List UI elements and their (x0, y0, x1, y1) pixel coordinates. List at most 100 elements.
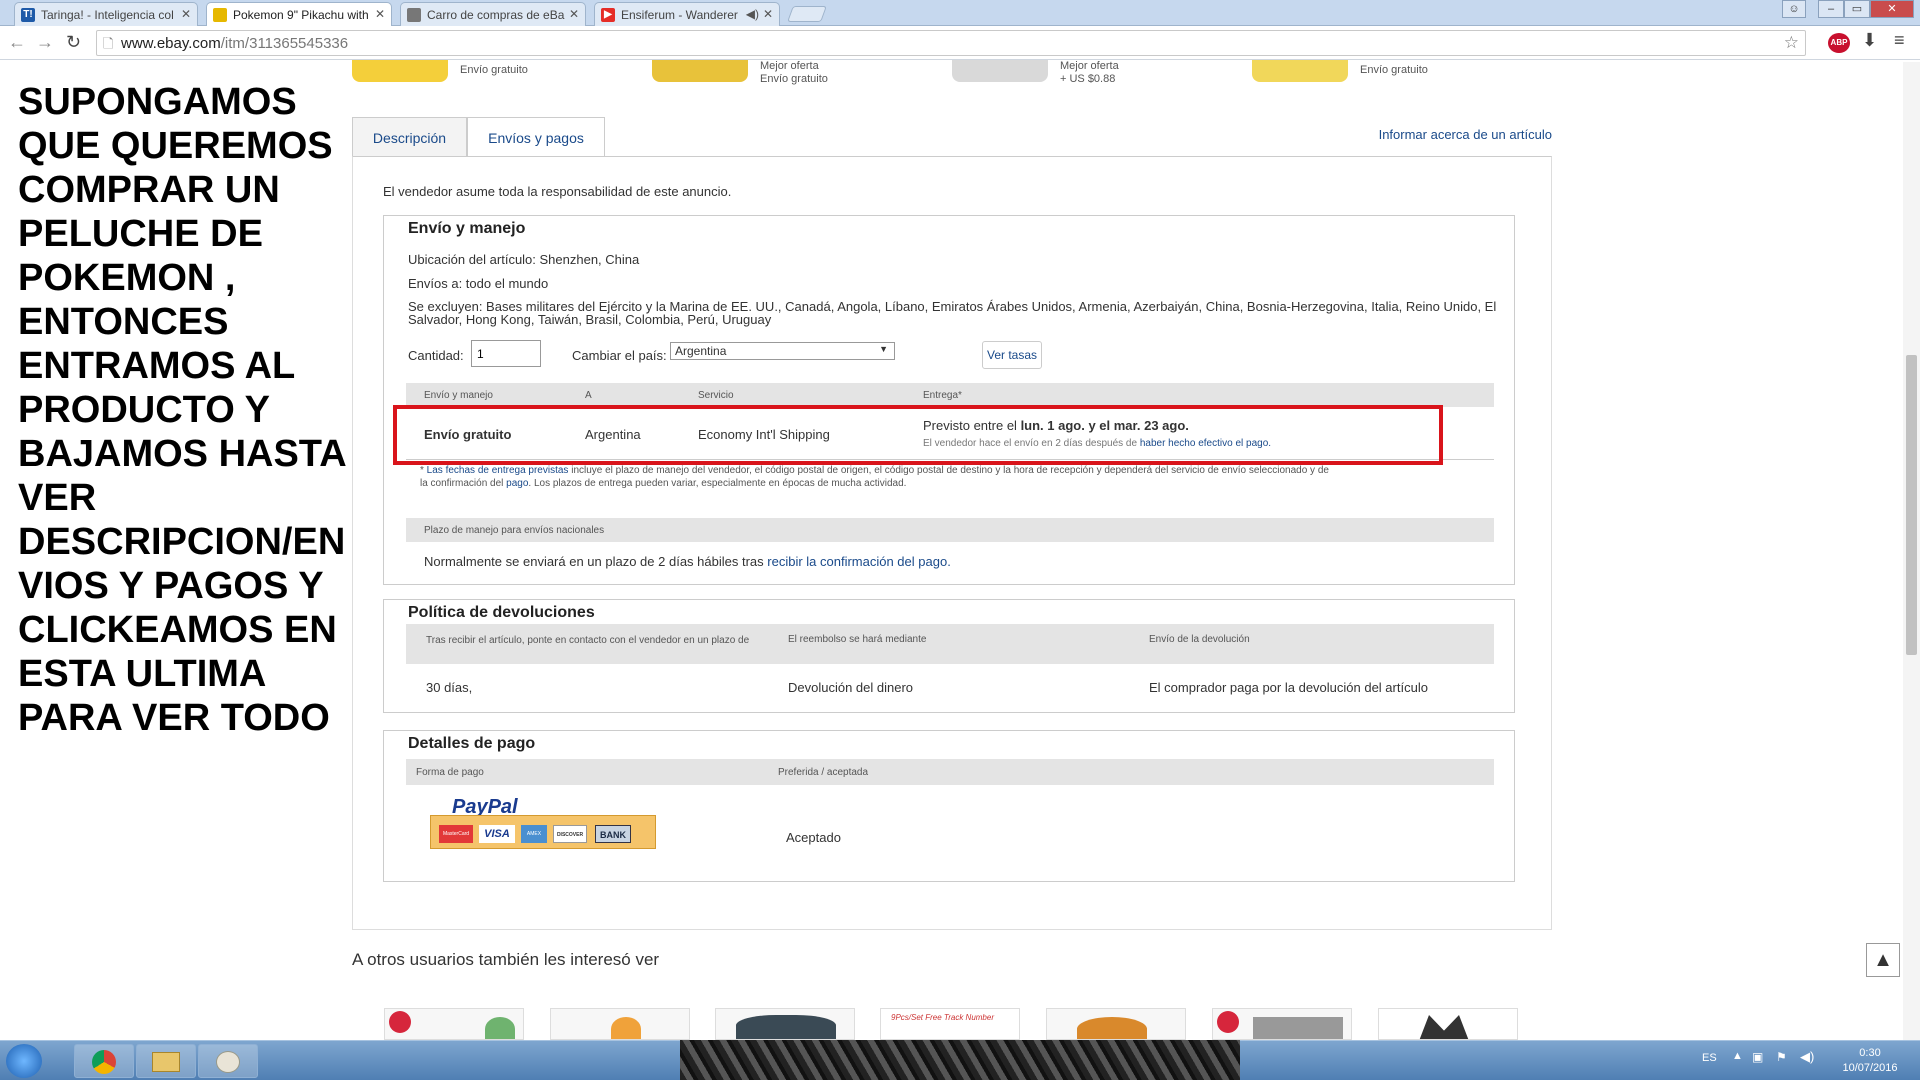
footnote-line2-prefix: la confirmación del (420, 478, 504, 489)
adblock-icon[interactable]: ABP (1828, 33, 1850, 53)
browser-tab-cart[interactable]: Carro de compras de eBa ✕ (400, 2, 586, 26)
quantity-input[interactable] (471, 340, 541, 367)
related-item-shipping: Envío gratuito (760, 73, 828, 85)
overlay-photo-fragment (680, 1040, 1240, 1080)
clock[interactable]: 0:30 10/07/2016 (1840, 1046, 1900, 1076)
explorer-taskbar-icon[interactable] (136, 1044, 196, 1078)
delivery-dates-link[interactable]: Las fechas de entrega previstas (427, 465, 569, 476)
reload-icon[interactable]: ↻ (66, 32, 81, 53)
col-header-return-period: Tras recibir el artículo, ponte en conta… (426, 635, 750, 646)
youtube-favicon-icon: ▶ (601, 8, 615, 22)
handling-header: Plazo de manejo para envíos nacionales (424, 525, 605, 536)
browser-tab-strip: T! Taringa! - Inteligencia col ✕ Pokemon… (0, 0, 1920, 26)
taringa-favicon-icon: T! (21, 8, 35, 22)
network-icon[interactable]: ▣ (1752, 1050, 1763, 1064)
recommendation-card[interactable] (715, 1008, 855, 1040)
country-label: Cambiar el país: (572, 348, 667, 363)
related-item-image[interactable] (352, 60, 448, 82)
seller-disclaimer: El vendedor asume toda la responsabilida… (383, 184, 732, 199)
col-header-refund: El reembolso se hará mediante (788, 634, 927, 645)
bookmark-star-icon[interactable]: ☆ (1784, 33, 1799, 53)
back-icon[interactable]: ← (8, 32, 26, 53)
show-hidden-icons-icon[interactable]: ▲ (1732, 1050, 1743, 1062)
start-button[interactable] (6, 1044, 42, 1078)
highlight-box (393, 405, 1443, 465)
tab-title: Ensiferum - Wanderer (621, 8, 738, 22)
tab-descripcion[interactable]: Descripción (352, 117, 467, 157)
quantity-label: Cantidad: (408, 348, 464, 363)
close-tab-icon[interactable]: ✕ (181, 7, 191, 21)
close-tab-icon[interactable]: ✕ (569, 7, 579, 21)
country-select[interactable]: Argentina ▼ (670, 342, 895, 360)
paypal-logo: PayPal MasterCard VISA AMEX DISCOVER BAN… (430, 795, 656, 849)
tab-title: Pokemon 9" Pikachu with (233, 8, 369, 22)
chrome-icon (92, 1049, 116, 1074)
browser-tab-pokemon[interactable]: Pokemon 9" Pikachu with ✕ (206, 2, 392, 26)
related-item-image[interactable] (1252, 60, 1348, 82)
minimize-button[interactable]: – (1818, 0, 1844, 18)
visa-icon: VISA (479, 825, 515, 843)
deal-badge-icon (1217, 1011, 1239, 1033)
scrollbar-thumb[interactable] (1906, 355, 1917, 655)
country-selected-value: Argentina (675, 344, 727, 358)
volume-icon[interactable]: ◀) (1800, 1049, 1814, 1065)
new-tab-button[interactable] (787, 6, 827, 22)
amex-icon: AMEX (521, 825, 547, 843)
returns-section: Política de devoluciones Tras recibir el… (383, 599, 1515, 713)
tab-envios-y-pagos[interactable]: Envíos y pagos (467, 117, 605, 158)
url-host: www.ebay.com (121, 35, 221, 52)
product-caption: 9Pcs/Set Free Track Number (891, 1013, 994, 1022)
related-item-price: + US $0.88 (1060, 73, 1116, 85)
browser-tab-taringa[interactable]: T! Taringa! - Inteligencia col ✕ (14, 2, 198, 26)
shipping-title: Envío y manejo (408, 220, 526, 237)
item-detail-tabs: Descripción Envíos y pagos Informar acer… (352, 117, 1552, 158)
recommendation-card[interactable] (1046, 1008, 1186, 1040)
paint-taskbar-icon[interactable] (198, 1044, 258, 1078)
instruction-caption: SUPONGAMOS QUE QUEREMOS COMPRAR UN PELUC… (18, 81, 346, 739)
chrome-taskbar-icon[interactable] (74, 1044, 134, 1078)
report-item-link[interactable]: Informar acerca de un artículo (1379, 127, 1552, 142)
return-period: 30 días, (426, 680, 473, 695)
scroll-to-top-button[interactable]: ▲ (1866, 943, 1900, 977)
browser-tab-youtube[interactable]: ▶ Ensiferum - Wanderer ◀) ✕ (594, 2, 780, 26)
user-icon[interactable]: ☺ (1782, 0, 1806, 18)
col-header-to: A (585, 390, 592, 401)
view-rates-button[interactable]: Ver tasas (982, 341, 1042, 369)
product-image (1253, 1017, 1343, 1039)
deal-badge-icon (389, 1011, 411, 1033)
close-window-button[interactable]: ✕ (1870, 0, 1914, 18)
related-item-offer: Mejor oferta (760, 60, 819, 72)
recommendation-card[interactable] (550, 1008, 690, 1040)
menu-icon[interactable]: ≡ (1894, 30, 1905, 51)
shipping-payments-panel: El vendedor asume toda la responsabilida… (352, 156, 1552, 930)
recommendation-card[interactable]: 9Pcs/Set Free Track Number (880, 1008, 1020, 1040)
action-center-icon[interactable]: ⚑ (1776, 1050, 1787, 1064)
maximize-button[interactable]: ▭ (1844, 0, 1870, 18)
payment-confirmation-link[interactable]: recibir la confirmación del pago. (767, 554, 951, 569)
mastercard-icon: MasterCard (439, 825, 473, 843)
address-bar[interactable]: 🗋 www.ebay.com/itm/311365545336 ☆ (96, 30, 1806, 56)
close-tab-icon[interactable]: ✕ (375, 7, 385, 21)
recommendation-card[interactable] (1212, 1008, 1352, 1040)
discover-icon: DISCOVER (553, 825, 587, 843)
col-header-cost: Envío y manejo (424, 390, 493, 401)
payment-status: Aceptado (786, 830, 841, 845)
tab-title: Carro de compras de eBa (427, 8, 565, 22)
forward-icon[interactable]: → (36, 32, 54, 53)
clock-date: 10/07/2016 (1842, 1062, 1898, 1074)
product-image (485, 1017, 515, 1039)
recommendation-card[interactable] (1378, 1008, 1518, 1040)
col-header-return-shipping: Envío de la devolución (1149, 634, 1250, 645)
related-item-shipping: Envío gratuito (460, 64, 528, 76)
browser-toolbar: ← → ↻ 🗋 www.ebay.com/itm/311365545336 ☆ … (0, 26, 1920, 60)
item-location: Ubicación del artículo: Shenzhen, China (408, 252, 640, 267)
recommendation-card[interactable] (384, 1008, 524, 1040)
related-item-image[interactable] (652, 60, 748, 82)
download-icon[interactable]: ⬇ (1862, 30, 1877, 51)
pay-link[interactable]: pago (506, 478, 528, 489)
close-tab-icon[interactable]: ✕ (763, 7, 773, 21)
related-item-image[interactable] (952, 60, 1048, 82)
chevron-down-icon: ▼ (879, 344, 888, 354)
others-also-viewed-title: A otros usuarios también les interesó ve… (352, 950, 660, 969)
language-indicator[interactable]: ES (1702, 1052, 1717, 1064)
